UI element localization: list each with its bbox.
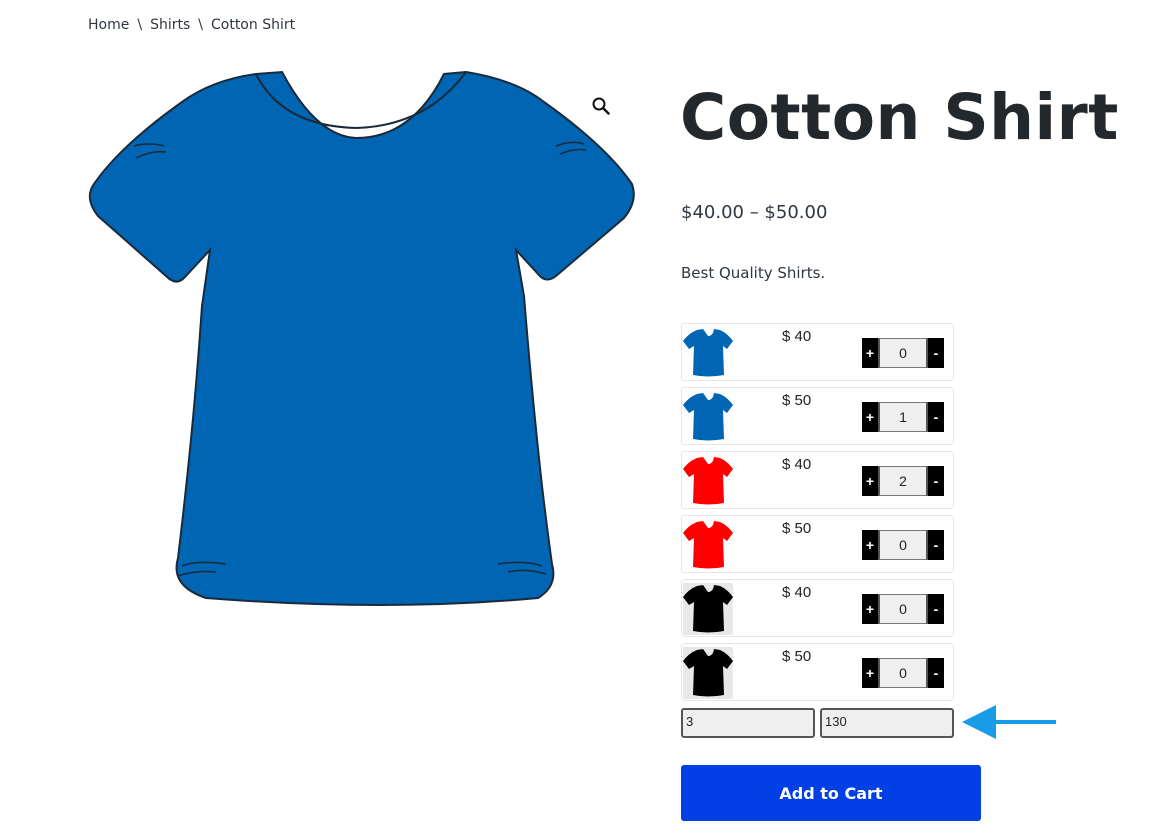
zoom-icon[interactable] — [589, 94, 613, 118]
breadcrumb-current: Cotton Shirt — [210, 17, 296, 33]
variation-thumbnail — [683, 391, 733, 443]
variation-thumbnail — [683, 647, 733, 699]
product-main-image[interactable] — [86, 66, 638, 626]
variation-price: $ 50 — [782, 392, 812, 409]
arrow-left-icon — [962, 705, 1056, 739]
quantity-stepper: + 0 - — [862, 530, 944, 560]
variation-row: $ 50 + 0 - — [681, 643, 954, 701]
qty-input[interactable]: 0 — [878, 530, 928, 560]
qty-input[interactable]: 1 — [878, 402, 928, 432]
qty-plus-button[interactable]: + — [862, 594, 878, 624]
variation-list: $ 40 + 0 - $ 50 + 1 - $ 40 + 2 - $ 50 + — [681, 323, 954, 707]
qty-input[interactable]: 0 — [878, 658, 928, 688]
variation-row: $ 40 + 2 - — [681, 451, 954, 509]
qty-plus-button[interactable]: + — [862, 402, 878, 432]
qty-input[interactable]: 2 — [878, 466, 928, 496]
qty-minus-button[interactable]: - — [928, 658, 944, 688]
product-title: Cotton Shirt — [680, 81, 1119, 154]
breadcrumb-separator: \ — [198, 17, 203, 33]
total-amount-field[interactable]: 130 — [820, 708, 954, 738]
qty-minus-button[interactable]: - — [928, 402, 944, 432]
variation-row: $ 40 + 0 - — [681, 323, 954, 381]
qty-minus-button[interactable]: - — [928, 594, 944, 624]
qty-minus-button[interactable]: - — [928, 466, 944, 496]
quantity-stepper: + 0 - — [862, 338, 944, 368]
totals-row: 3 130 — [681, 708, 954, 738]
variation-price: $ 50 — [782, 648, 812, 665]
qty-plus-button[interactable]: + — [862, 338, 878, 368]
variation-price: $ 50 — [782, 520, 812, 537]
add-to-cart-button[interactable]: Add to Cart — [681, 765, 981, 821]
variation-row: $ 50 + 0 - — [681, 515, 954, 573]
breadcrumb-separator: \ — [137, 17, 143, 33]
product-price-range: $40.00 – $50.00 — [681, 202, 828, 223]
quantity-stepper: + 0 - — [862, 658, 944, 688]
variation-row: $ 50 + 1 - — [681, 387, 954, 445]
quantity-stepper: + 1 - — [862, 402, 944, 432]
breadcrumb: Home \ Shirts \ Cotton Shirt — [88, 17, 295, 33]
variation-price: $ 40 — [782, 456, 812, 473]
variation-thumbnail — [683, 455, 733, 507]
qty-minus-button[interactable]: - — [928, 530, 944, 560]
variation-row: $ 40 + 0 - — [681, 579, 954, 637]
quantity-stepper: + 0 - — [862, 594, 944, 624]
product-description: Best Quality Shirts. — [681, 264, 826, 282]
variation-thumbnail — [683, 519, 733, 571]
variation-price: $ 40 — [782, 328, 812, 345]
breadcrumb-shirts-link[interactable]: Shirts — [150, 17, 190, 33]
qty-input[interactable]: 0 — [878, 338, 928, 368]
variation-price: $ 40 — [782, 584, 812, 601]
qty-plus-button[interactable]: + — [862, 466, 878, 496]
qty-plus-button[interactable]: + — [862, 658, 878, 688]
quantity-stepper: + 2 - — [862, 466, 944, 496]
qty-input[interactable]: 0 — [878, 594, 928, 624]
qty-minus-button[interactable]: - — [928, 338, 944, 368]
variation-thumbnail — [683, 583, 733, 635]
variation-thumbnail — [683, 327, 733, 379]
total-quantity-field[interactable]: 3 — [681, 708, 815, 738]
breadcrumb-home-link[interactable]: Home — [88, 17, 129, 33]
qty-plus-button[interactable]: + — [862, 530, 878, 560]
